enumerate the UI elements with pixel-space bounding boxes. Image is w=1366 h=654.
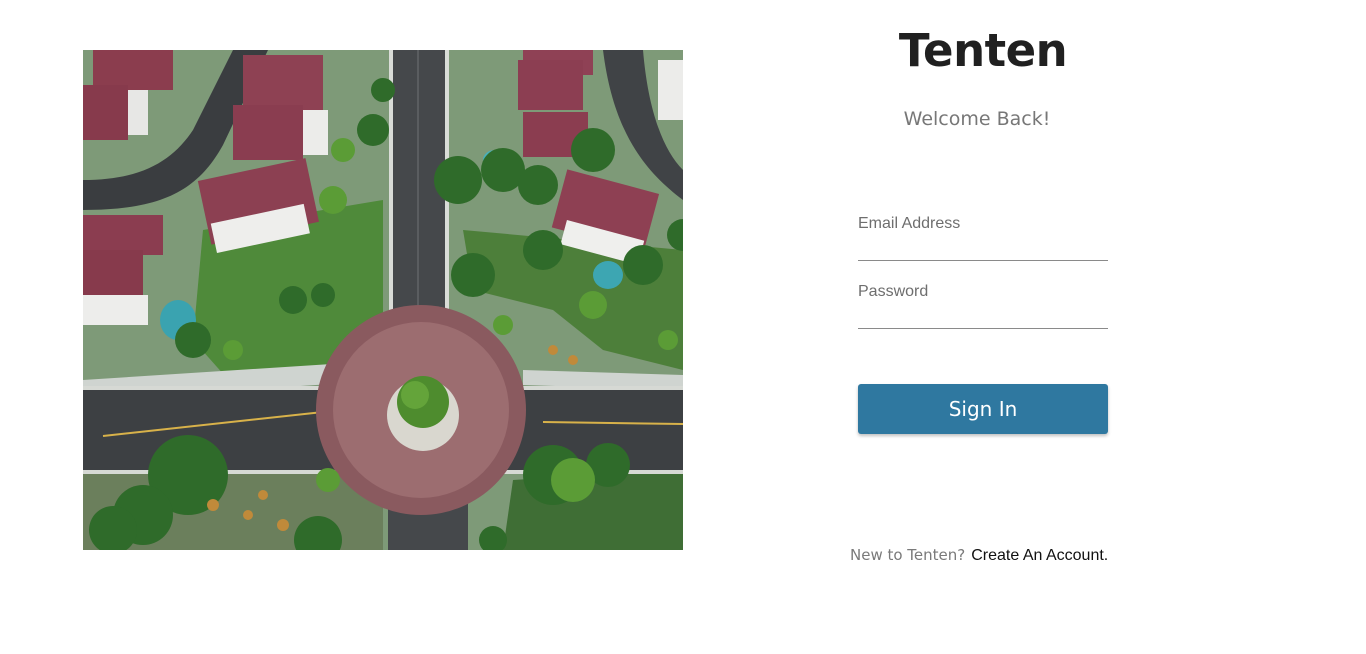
email-label: Email Address [858,215,961,232]
brand-title: Tenten [898,24,1068,77]
password-input[interactable] [858,304,1108,324]
login-page: Tenten Welcome Back! Email Address Passw… [0,0,1366,654]
password-label: Password [858,283,929,300]
email-input[interactable] [858,236,1108,256]
signup-question: New to Tenten? [850,546,966,564]
create-account-link[interactable]: Create An Account. [971,547,1108,564]
signup-prompt: New to Tenten? Create An Account. [850,546,1108,565]
sign-in-button[interactable]: Sign In [858,384,1108,434]
welcome-message: Welcome Back! [903,108,1051,130]
aerial-neighborhood-image [83,50,683,550]
email-field[interactable]: Email Address [858,212,1108,261]
password-field[interactable]: Password [858,280,1108,329]
